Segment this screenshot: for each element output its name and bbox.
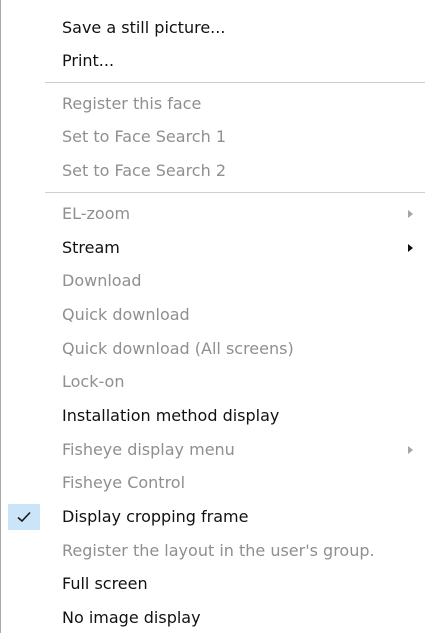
- menu-item-register-this-face: Register this face: [1, 89, 425, 119]
- menu-item-display-cropping-frame[interactable]: Display cropping frame: [1, 502, 425, 532]
- menu-item-label: Display cropping frame: [62, 507, 249, 526]
- menu-item-set-face-search-2: Set to Face Search 2: [1, 156, 425, 186]
- menu-item-label: No image display: [62, 608, 201, 627]
- menu-item-label: Register this face: [62, 94, 202, 113]
- menu-separator: [45, 82, 425, 83]
- chevron-right-icon: [408, 446, 413, 454]
- checkmark-icon: [8, 504, 40, 530]
- menu-item-label: Full screen: [62, 574, 148, 593]
- menu-item-print[interactable]: Print...: [1, 46, 425, 76]
- chevron-right-icon: [408, 210, 413, 218]
- menu-item-label: Fisheye Control: [62, 473, 186, 492]
- menu-item-fisheye-display-menu: Fisheye display menu: [1, 435, 425, 465]
- menu-item-label: Installation method display: [62, 406, 280, 425]
- menu-item-label: Fisheye display menu: [62, 440, 235, 459]
- menu-item-download: Download: [1, 266, 425, 296]
- checkmark-glyph: [17, 511, 31, 523]
- menu-item-full-screen[interactable]: Full screen: [1, 569, 425, 599]
- menu-item-quick-download: Quick download: [1, 300, 425, 330]
- menu-item-register-layout: Register the layout in the user's group.: [1, 536, 425, 566]
- menu-item-label: Stream: [62, 238, 120, 257]
- menu-item-fisheye-control: Fisheye Control: [1, 468, 425, 498]
- menu-item-lock-on: Lock-on: [1, 367, 425, 397]
- menu-item-no-image-display[interactable]: No image display: [1, 603, 425, 633]
- menu-item-label: Save a still picture...: [62, 18, 226, 37]
- menu-separator: [45, 192, 425, 193]
- menu-item-quick-download-all-screens: Quick download (All screens): [1, 334, 425, 364]
- menu-item-label: Set to Face Search 1: [62, 127, 227, 146]
- menu-item-label: Print...: [62, 51, 115, 70]
- menu-item-label: Register the layout in the user's group.: [62, 541, 375, 560]
- chevron-right-icon: [408, 244, 413, 252]
- menu-item-set-face-search-1: Set to Face Search 1: [1, 122, 425, 152]
- menu-item-label: Set to Face Search 2: [62, 161, 227, 180]
- menu-item-label: Download: [62, 271, 142, 290]
- menu-item-save-still-picture[interactable]: Save a still picture...: [1, 13, 425, 43]
- context-menu: Save a still picture... Print... Registe…: [0, 0, 425, 633]
- menu-item-stream[interactable]: Stream: [1, 233, 425, 263]
- menu-item-label: EL-zoom: [62, 204, 131, 223]
- menu-item-label: Lock-on: [62, 372, 125, 391]
- menu-item-installation-method-display[interactable]: Installation method display: [1, 401, 425, 431]
- menu-item-label: Quick download: [62, 305, 190, 324]
- menu-item-label: Quick download (All screens): [62, 339, 294, 358]
- menu-item-el-zoom: EL-zoom: [1, 199, 425, 229]
